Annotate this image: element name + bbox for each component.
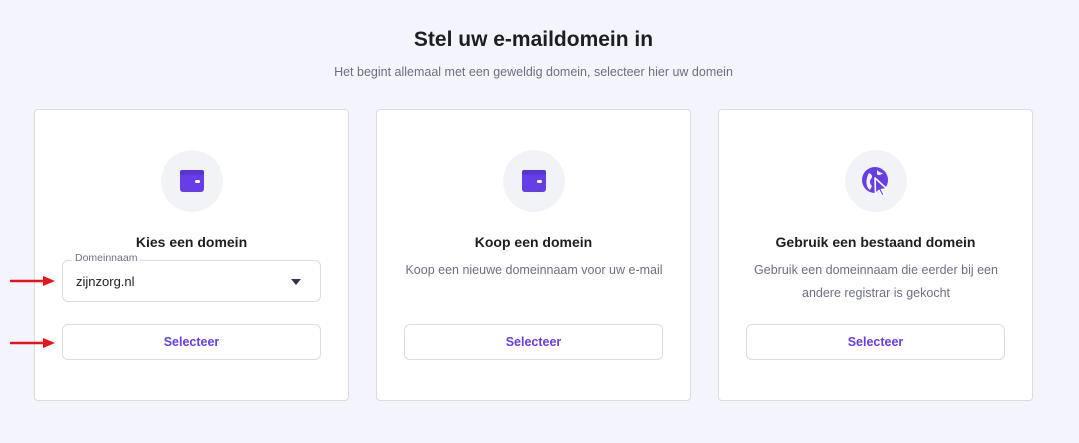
buy-domain-select-button[interactable]: Selecteer <box>404 324 663 360</box>
card-title: Koop een domein <box>474 234 593 250</box>
email-domain-setup-page: Stel uw e-maildomein in Het begint allem… <box>0 0 1079 443</box>
page-subtitle: Het begint allemaal met een geweldig dom… <box>334 65 733 79</box>
wallet-icon <box>161 150 223 212</box>
wallet-icon <box>503 150 565 212</box>
domain-name-select-label: Domeinnaam <box>72 252 141 264</box>
existing-domain-select-button[interactable]: Selecteer <box>746 324 1005 360</box>
choose-domain-select-button[interactable]: Selecteer <box>62 324 321 360</box>
domain-name-select[interactable]: Domeinnaam zijnzorg.nl <box>62 252 321 302</box>
card-title: Gebruik een bestaand domein <box>775 234 976 250</box>
caret-down-icon <box>291 279 301 285</box>
choose-domain-card: Kies een domein Domeinnaam zijnzorg.nl S… <box>34 109 349 401</box>
domain-name-select-value: zijnzorg.nl <box>76 274 135 289</box>
buy-domain-card: Koop een domein Koop een nieuwe domeinna… <box>376 109 691 401</box>
existing-domain-card: Gebruik een bestaand domein Gebruik een … <box>718 109 1033 401</box>
card-description: Koop een nieuwe domeinnaam voor uw e-mai… <box>405 263 663 277</box>
annotation-arrow-icon <box>10 338 55 348</box>
card-title: Kies een domein <box>135 234 248 250</box>
globe-cursor-icon <box>845 150 907 212</box>
card-description: Gebruik een domeinnaam die eerder bij ee… <box>754 263 998 300</box>
annotation-arrow-icon <box>10 276 55 286</box>
page-title: Stel uw e-maildomein in <box>413 28 654 51</box>
